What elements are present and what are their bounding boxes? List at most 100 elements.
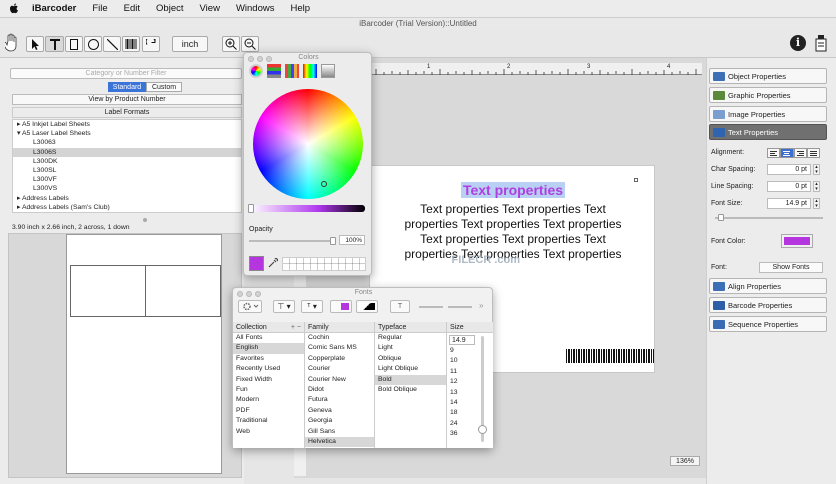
label-format-item[interactable]: L300VF xyxy=(13,175,241,184)
collection-item[interactable]: All Fonts xyxy=(233,333,304,343)
label-format-item[interactable]: L300SL xyxy=(13,166,241,175)
opacity-slider-knob[interactable] xyxy=(330,237,336,245)
color-sliders-tab-icon[interactable] xyxy=(267,64,281,78)
menu-app[interactable]: iBarcoder xyxy=(24,0,84,18)
collection-item[interactable]: Modern xyxy=(233,395,304,405)
family-item[interactable]: Helvetica xyxy=(305,436,374,448)
label-format-item[interactable]: L300DK xyxy=(13,157,241,166)
menu-help[interactable]: Help xyxy=(282,0,318,18)
add-collection-icon[interactable]: + − xyxy=(291,322,304,333)
size-item[interactable]: 11 xyxy=(447,367,477,377)
strikethrough-menu[interactable]: ᵀ ▾ xyxy=(301,300,323,313)
zoom-level[interactable]: 136% xyxy=(670,456,700,466)
zoom-out-button[interactable] xyxy=(241,36,259,52)
size-slider-knob[interactable] xyxy=(478,425,487,434)
brightness-slider-knob[interactable] xyxy=(248,204,254,213)
color-picker-handle[interactable] xyxy=(321,181,327,187)
current-color-swatch[interactable] xyxy=(249,256,264,271)
opacity-slider[interactable] xyxy=(249,240,335,242)
label-format-item[interactable]: L30063 xyxy=(13,138,241,147)
typeface-item[interactable]: Oblique xyxy=(375,354,446,364)
family-item[interactable]: Didot xyxy=(305,385,374,395)
size-item[interactable]: 12 xyxy=(447,377,477,387)
eyedropper-icon[interactable] xyxy=(268,258,278,268)
collection-item[interactable]: Recently Used xyxy=(233,364,304,374)
image-palettes-tab-icon[interactable] xyxy=(303,64,317,78)
show-fonts-button[interactable]: Show Fonts xyxy=(759,262,823,273)
units-selector[interactable]: inch xyxy=(172,36,208,52)
apple-icon[interactable] xyxy=(8,3,20,15)
typeface-item[interactable]: Light xyxy=(375,343,446,353)
more-icon[interactable]: » xyxy=(479,301,483,310)
align-justify-button[interactable] xyxy=(806,148,820,158)
size-item[interactable]: 9 xyxy=(447,346,477,356)
graphic-properties-button[interactable]: Graphic Properties xyxy=(709,87,827,103)
text-properties-button[interactable]: Text Properties xyxy=(709,124,827,140)
family-item[interactable]: Geneva xyxy=(305,406,374,416)
collection-item[interactable]: PDF xyxy=(233,406,304,416)
barcode-properties-button[interactable]: Barcode Properties xyxy=(709,297,827,313)
info-icon[interactable]: i xyxy=(790,35,806,51)
shadow-blur-slider[interactable] xyxy=(448,306,472,308)
size-item[interactable]: 24 xyxy=(447,419,477,429)
label-format-group[interactable]: ▸ Address Labels xyxy=(13,194,241,203)
label-format-group[interactable]: ▸ Address Labels (Sam's Club) xyxy=(13,203,241,212)
select-tool-button[interactable] xyxy=(26,36,44,52)
align-left-button[interactable] xyxy=(767,148,781,158)
label-format-item[interactable]: L300VS xyxy=(13,184,241,193)
size-item[interactable]: 10 xyxy=(447,356,477,366)
typeface-item[interactable]: Bold xyxy=(375,374,446,385)
brightness-slider[interactable] xyxy=(249,205,365,212)
family-item[interactable]: Cochin xyxy=(305,333,374,343)
barcode-tool-button[interactable] xyxy=(122,36,140,52)
document-color-well[interactable] xyxy=(356,300,378,313)
size-item[interactable]: 14 xyxy=(447,398,477,408)
collection-item[interactable]: Favorites xyxy=(233,354,304,364)
ellipse-tool-button[interactable] xyxy=(84,36,102,52)
family-item[interactable]: Courier xyxy=(305,364,374,374)
splitter-handle[interactable] xyxy=(143,218,147,222)
object-properties-button[interactable]: Object Properties xyxy=(709,68,827,84)
char-spacing-field[interactable]: 0 pt xyxy=(767,164,811,175)
zoom-in-button[interactable] xyxy=(222,36,240,52)
font-actions-menu[interactable] xyxy=(238,300,262,313)
tab-standard[interactable]: Standard xyxy=(108,82,146,92)
size-item[interactable]: 13 xyxy=(447,388,477,398)
size-item[interactable]: 18 xyxy=(447,408,477,418)
selected-text[interactable]: Text properties xyxy=(460,182,566,198)
collection-item[interactable]: Fixed Width xyxy=(233,375,304,385)
category-filter-input[interactable]: Category or Number Filter xyxy=(10,68,242,79)
menu-edit[interactable]: Edit xyxy=(116,0,148,18)
family-item[interactable]: Gill Sans xyxy=(305,427,374,437)
menu-object[interactable]: Object xyxy=(148,0,191,18)
text-object-body[interactable]: Text properties Text properties Text pro… xyxy=(380,202,646,262)
tab-custom[interactable]: Custom xyxy=(146,82,182,92)
font-color-well[interactable] xyxy=(781,234,813,248)
shadow-opacity-slider[interactable] xyxy=(419,306,443,308)
rotate-tool-button[interactable] xyxy=(142,36,160,52)
color-wheel-tab-icon[interactable] xyxy=(249,64,263,78)
align-center-button[interactable] xyxy=(780,148,794,158)
color-palettes-tab-icon[interactable] xyxy=(285,64,299,78)
font-size-field[interactable]: 14.9 pt xyxy=(767,198,811,209)
size-field[interactable]: 14.9 xyxy=(449,335,475,345)
font-size-stepper[interactable]: ▴ ▾ xyxy=(813,198,820,209)
menu-windows[interactable]: Windows xyxy=(228,0,283,18)
sequence-properties-button[interactable]: Sequence Properties xyxy=(709,316,827,332)
collection-item[interactable]: Fun xyxy=(233,385,304,395)
inspector-icon[interactable] xyxy=(814,34,828,52)
barcode-object[interactable] xyxy=(566,349,654,363)
label-format-item[interactable]: L3006S xyxy=(13,147,241,157)
opacity-field[interactable]: 100% xyxy=(339,235,365,245)
family-item[interactable]: Futura xyxy=(305,395,374,405)
size-item[interactable]: 36 xyxy=(447,429,477,439)
text-color-well[interactable] xyxy=(330,300,352,313)
color-wheel[interactable] xyxy=(253,89,363,199)
family-item[interactable]: Courier New xyxy=(305,375,374,385)
menu-file[interactable]: File xyxy=(84,0,115,18)
rectangle-tool-button[interactable] xyxy=(65,36,83,52)
char-spacing-stepper[interactable]: ▴ ▾ xyxy=(813,164,820,175)
menu-view[interactable]: View xyxy=(192,0,228,18)
line-spacing-stepper[interactable]: ▴ ▾ xyxy=(813,181,820,192)
line-spacing-field[interactable]: 0 pt xyxy=(767,181,811,192)
